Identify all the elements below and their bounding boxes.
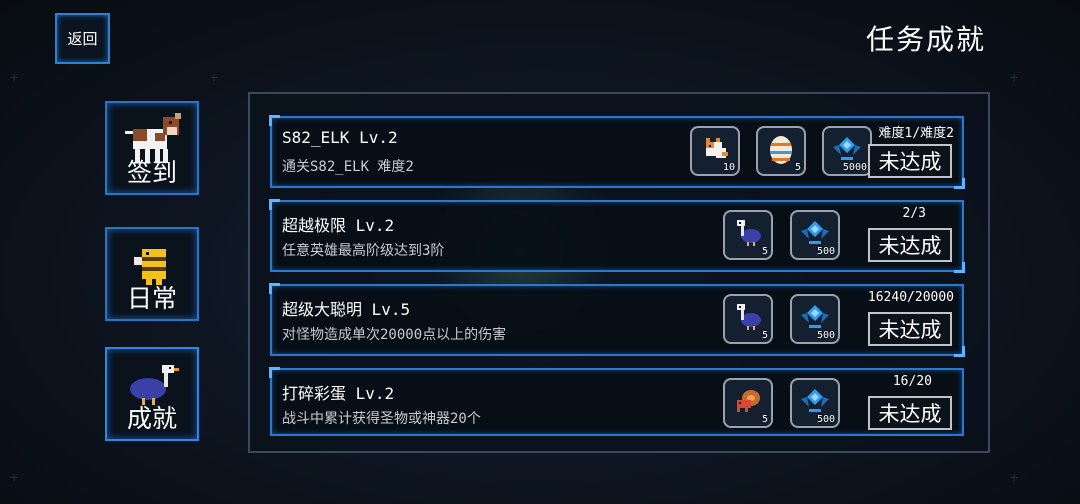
reward-count: 500	[816, 330, 835, 341]
blue-gem-icon	[801, 220, 829, 244]
cat-pet-icon	[706, 137, 728, 158]
hermit-crab-pet-icon	[737, 389, 760, 412]
back-button-label: 返回	[67, 30, 98, 48]
reward-slot[interactable]: 5	[723, 210, 773, 260]
tab-achievements-label: 成就	[126, 404, 177, 433]
back-button[interactable]: 返回	[55, 13, 110, 64]
bg-plus-mark: +	[1010, 70, 1019, 86]
achievement-title: 超越极限 Lv.2	[282, 216, 395, 235]
bg-plus-mark: +	[1010, 470, 1019, 486]
achievement-progress: 16240/20000	[867, 290, 954, 305]
reward-count: 5	[761, 414, 768, 425]
achievement-progress: 16/20	[892, 374, 932, 389]
blue-gem-icon	[833, 136, 861, 160]
tab-achievements[interactable]: 成就	[105, 347, 199, 441]
reward-slot[interactable]: 10	[690, 126, 740, 176]
ostrich-pet-icon	[737, 303, 761, 330]
claim-status-label: 未达成	[878, 318, 942, 342]
achievement-description: 任意英雄最高阶级达到3阶	[282, 243, 445, 259]
achievement-description: 对怪物造成单次20000点以上的伤害	[282, 327, 507, 343]
reward-count: 5	[761, 330, 768, 341]
achievement-row: 超越极限 Lv.2 任意英雄最高阶级达到3阶 5 500 2/3 未达成	[269, 199, 965, 273]
reward-count: 500	[816, 246, 835, 257]
bg-plus-mark: +	[10, 70, 19, 86]
achievement-description: 通关S82_ELK 难度2	[282, 159, 414, 175]
reward-slot[interactable]: 500	[790, 378, 840, 428]
achievement-title: 打碎彩蛋 Lv.2	[282, 384, 395, 403]
bg-plus-mark: +	[10, 470, 19, 486]
reward-slot[interactable]: 5000	[822, 126, 872, 176]
tab-sign-in-label: 签到	[126, 158, 177, 187]
claim-status-button[interactable]: 未达成	[868, 228, 952, 262]
tab-daily[interactable]: 日常	[105, 227, 199, 321]
reward-slot[interactable]: 500	[790, 294, 840, 344]
reward-slot[interactable]: 5	[723, 294, 773, 344]
claim-status-label: 未达成	[878, 402, 942, 426]
claim-status-button[interactable]: 未达成	[868, 396, 952, 430]
achievement-title: 超级大聪明 Lv.5	[282, 300, 411, 319]
claim-status-button[interactable]: 未达成	[868, 312, 952, 346]
achievement-progress: 2/3	[902, 206, 926, 221]
bg-plus-mark: +	[210, 70, 219, 86]
blue-gem-icon	[801, 388, 829, 412]
reward-count: 5	[761, 246, 768, 257]
tab-sign-in[interactable]: 签到	[105, 101, 199, 195]
achievement-title: S82_ELK Lv.2	[282, 128, 398, 147]
achievement-row: S82_ELK Lv.2 通关S82_ELK 难度2 10 5 5000 难度1…	[269, 115, 965, 189]
page-title: 任务成就	[865, 23, 986, 56]
tab-daily-label: 日常	[126, 284, 177, 313]
reward-slot[interactable]: 5	[756, 126, 806, 176]
reward-count: 5	[794, 162, 801, 173]
claim-status-label: 未达成	[878, 150, 942, 174]
reward-slot[interactable]: 500	[790, 210, 840, 260]
claim-status-button[interactable]: 未达成	[868, 144, 952, 178]
achievement-progress: 难度1/难度2	[878, 126, 954, 141]
achievement-row: 打碎彩蛋 Lv.2 战斗中累计获得圣物或神器20个 5 500 16/20 未达…	[269, 367, 964, 436]
ostrich-pet-icon	[737, 219, 761, 246]
blue-gem-icon	[801, 304, 829, 328]
reward-slot[interactable]: 5	[723, 378, 773, 428]
reward-count: 10	[722, 162, 735, 173]
reward-count: 500	[816, 414, 835, 425]
reward-count: 5000	[842, 162, 867, 173]
achievement-row: 超级大聪明 Lv.5 对怪物造成单次20000点以上的伤害 5 500 1624…	[269, 283, 965, 357]
claim-status-label: 未达成	[878, 234, 942, 258]
achievement-description: 战斗中累计获得圣物或神器20个	[282, 411, 481, 427]
egg-icon	[770, 135, 792, 164]
